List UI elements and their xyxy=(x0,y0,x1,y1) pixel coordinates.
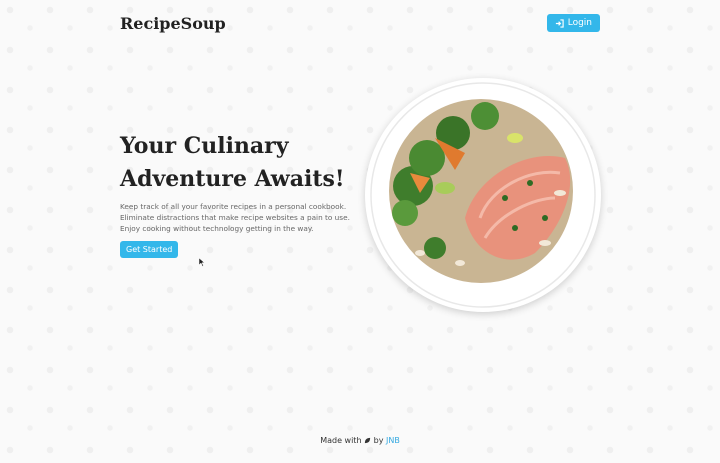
site-header: RecipeSoup Login xyxy=(120,12,600,36)
author-link[interactable]: JNB xyxy=(386,436,400,445)
mouse-cursor-icon xyxy=(199,258,205,267)
hero-description: Keep track of all your favorite recipes … xyxy=(120,202,350,233)
food-plate-illustration xyxy=(370,82,596,308)
hero-food-image xyxy=(365,78,601,312)
login-arrow-icon xyxy=(555,18,564,28)
footer-made-with: Made with xyxy=(320,436,362,445)
login-button[interactable]: Login xyxy=(546,14,600,32)
leaf-icon xyxy=(364,437,371,444)
get-started-button[interactable]: Get Started xyxy=(120,241,179,258)
site-footer: Made with by JNB xyxy=(0,436,720,445)
login-label: Login xyxy=(567,18,592,28)
hero-title: Your Culinary Adventure Awaits! xyxy=(120,133,345,192)
footer-by: by xyxy=(373,436,384,445)
brand-logo[interactable]: RecipeSoup xyxy=(120,14,226,33)
